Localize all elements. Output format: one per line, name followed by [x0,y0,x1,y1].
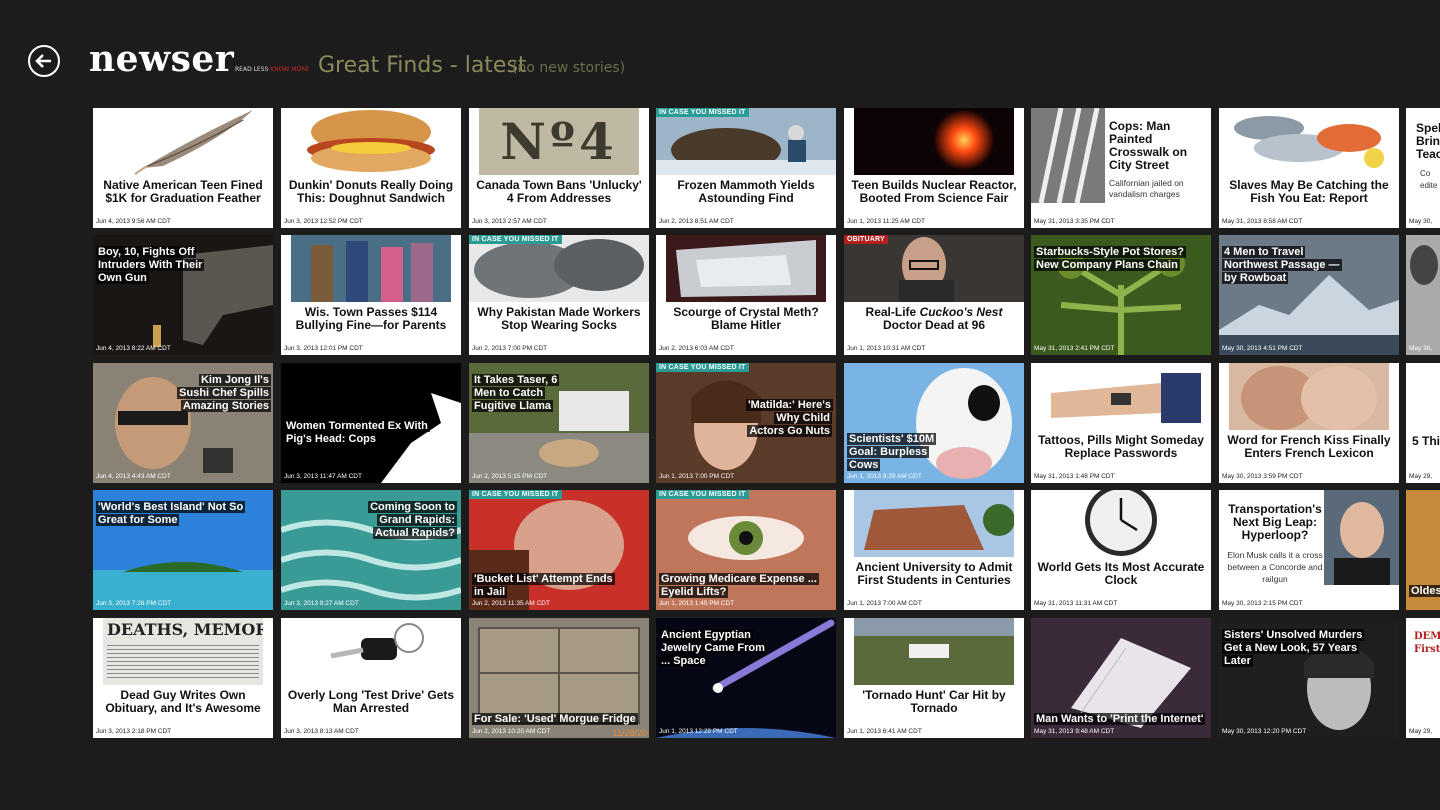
story-tile[interactable]: Wis. Town Passes $114 Bullying Fine—for … [281,235,461,355]
story-tile[interactable]: IN CASE YOU MISSED IT Frozen Mammoth Yie… [656,108,836,228]
story-tile[interactable]: Teen Builds Nuclear Reactor, Booted From… [844,108,1024,228]
socks-image [469,235,649,302]
missed-badge: IN CASE YOU MISSED IT [469,235,562,244]
story-tile[interactable]: Coming Soon to Grand Rapids: Actual Rapi… [281,490,461,610]
story-tile[interactable]: 'World's Best Island' Not So Great for S… [93,490,273,610]
story-tile[interactable]: Man Wants to 'Print the Internet' May 31… [1031,618,1211,738]
crosswalk-image [1031,108,1105,203]
back-arrow-icon [35,54,51,68]
clock-image [1041,490,1201,557]
story-tile[interactable]: Boy, 10, Fights Off Intruders With Their… [93,235,273,355]
obituary-badge: OBITUARY [844,235,888,244]
story-tile[interactable]: Sisters' Unsolved Murders Get a New Look… [1219,618,1399,738]
story-tile[interactable]: Spel Bring Teac Co edite May 30, [1406,108,1440,228]
mammoth-image [656,108,836,175]
story-tile[interactable]: 11/28/20 For Sale: 'Used' Morgue Fridge … [469,618,649,738]
app-header: newser READ LESS KNOW MORE Great Finds -… [0,0,1440,100]
tornado-car-image [854,618,1014,685]
fish-image [1229,108,1389,175]
car-key-image [291,618,451,685]
story-tile[interactable]: 'Tornado Hunt' Car Hit by Tornado Jun 1,… [844,618,1024,738]
story-tile[interactable]: May 30, [1406,235,1440,355]
story-tile[interactable]: Tattoos, Pills Might Someday Replace Pas… [1031,363,1211,483]
ruins-image [854,490,1014,557]
story-tile[interactable]: OBITUARY Real-Life Cuckoo's Nest Doctor … [844,235,1024,355]
story-tile[interactable]: Scientists' $10M Goal: Burpless Cows Jun… [844,363,1024,483]
number-four-image: Nº4 [479,108,639,175]
story-tile[interactable]: Native American Teen Fined $1K for Gradu… [93,108,273,228]
elon-musk-portrait [1324,490,1399,585]
story-tile[interactable]: DEATHS, MEMORI Dead Guy Writes Own Obitu… [93,618,273,738]
reactor-image [854,108,1014,175]
partial-image [1406,235,1440,355]
story-tile[interactable]: Oldes [1406,490,1440,610]
story-tile[interactable]: 4 Men to Travel Northwest Passage —by Ro… [1219,235,1399,355]
story-tile[interactable]: Ancient Egyptian Jewelry Came From ... S… [656,618,836,738]
doughnut-sandwich-image [291,108,451,175]
story-tile[interactable]: Slaves May Be Catching the Fish You Eat:… [1219,108,1399,228]
story-tile[interactable]: Word for French Kiss Finally Enters Fren… [1219,363,1399,483]
story-tile[interactable]: Women Tormented Ex With Pig's Head: Cops… [281,363,461,483]
story-tile[interactable]: Nº4 Canada Town Bans 'Unlucky' 4 From Ad… [469,108,649,228]
newspaper-image: DEATHS, MEMORI [103,618,263,685]
story-tile[interactable]: IN CASE YOU MISSED IT 'Matilda:' Here's … [656,363,836,483]
newser-logo[interactable]: newser [89,38,234,80]
story-tile[interactable]: 5 Thi May 29, [1406,363,1440,483]
story-tile[interactable]: Overly Long 'Test Drive' Gets Man Arrest… [281,618,461,738]
back-button[interactable] [28,45,60,77]
story-tile[interactable]: Ancient University to Admit First Studen… [844,490,1024,610]
missed-badge: IN CASE YOU MISSED IT [656,108,749,117]
teens-image [291,235,451,302]
story-tile[interactable]: Scourge of Crystal Meth? Blame Hitler Ju… [656,235,836,355]
feather-image [103,108,263,175]
wrist-tattoo-image [1041,363,1201,430]
missed-badge: IN CASE YOU MISSED IT [656,490,749,499]
story-tile[interactable]: DEM First May 29, [1406,618,1440,738]
story-tile[interactable]: It Takes Taser, 6 Men to Catch Fugitive … [469,363,649,483]
story-tile[interactable]: Kim Jong Il's Sushi Chef Spills Amazing … [93,363,273,483]
story-tile[interactable]: Starbucks-Style Pot Stores? New Company … [1031,235,1211,355]
section-status: (no new stories) [512,60,626,76]
story-tile[interactable]: Cops: Man Painted Crosswalk on City Stre… [1031,108,1211,228]
story-title: Real-Life Cuckoo's Nest Doctor Dead at 9… [865,305,1003,332]
doctor-portrait [844,235,1024,302]
logo-tagline: READ LESS KNOW MORE [235,66,310,73]
story-tile[interactable]: IN CASE YOU MISSED IT Why Pakistan Made … [469,235,649,355]
story-tile[interactable]: IN CASE YOU MISSED IT Growing Medicare E… [656,490,836,610]
story-tile[interactable]: IN CASE YOU MISSED IT 'Bucket List' Atte… [469,490,649,610]
story-grid: Native American Teen Fined $1K for Gradu… [93,108,1440,740]
missed-badge: IN CASE YOU MISSED IT [469,490,562,499]
missed-badge: IN CASE YOU MISSED IT [656,363,749,372]
story-tile[interactable]: Transportation's Next Big Leap: Hyperloo… [1219,490,1399,610]
story-tile[interactable]: World Gets Its Most Accurate Clock May 3… [1031,490,1211,610]
meth-image [666,235,826,302]
story-tile[interactable]: Dunkin' Donuts Really Doing This: Doughn… [281,108,461,228]
section-title[interactable]: Great Finds - latest [318,53,527,78]
kiss-image [1229,363,1389,430]
